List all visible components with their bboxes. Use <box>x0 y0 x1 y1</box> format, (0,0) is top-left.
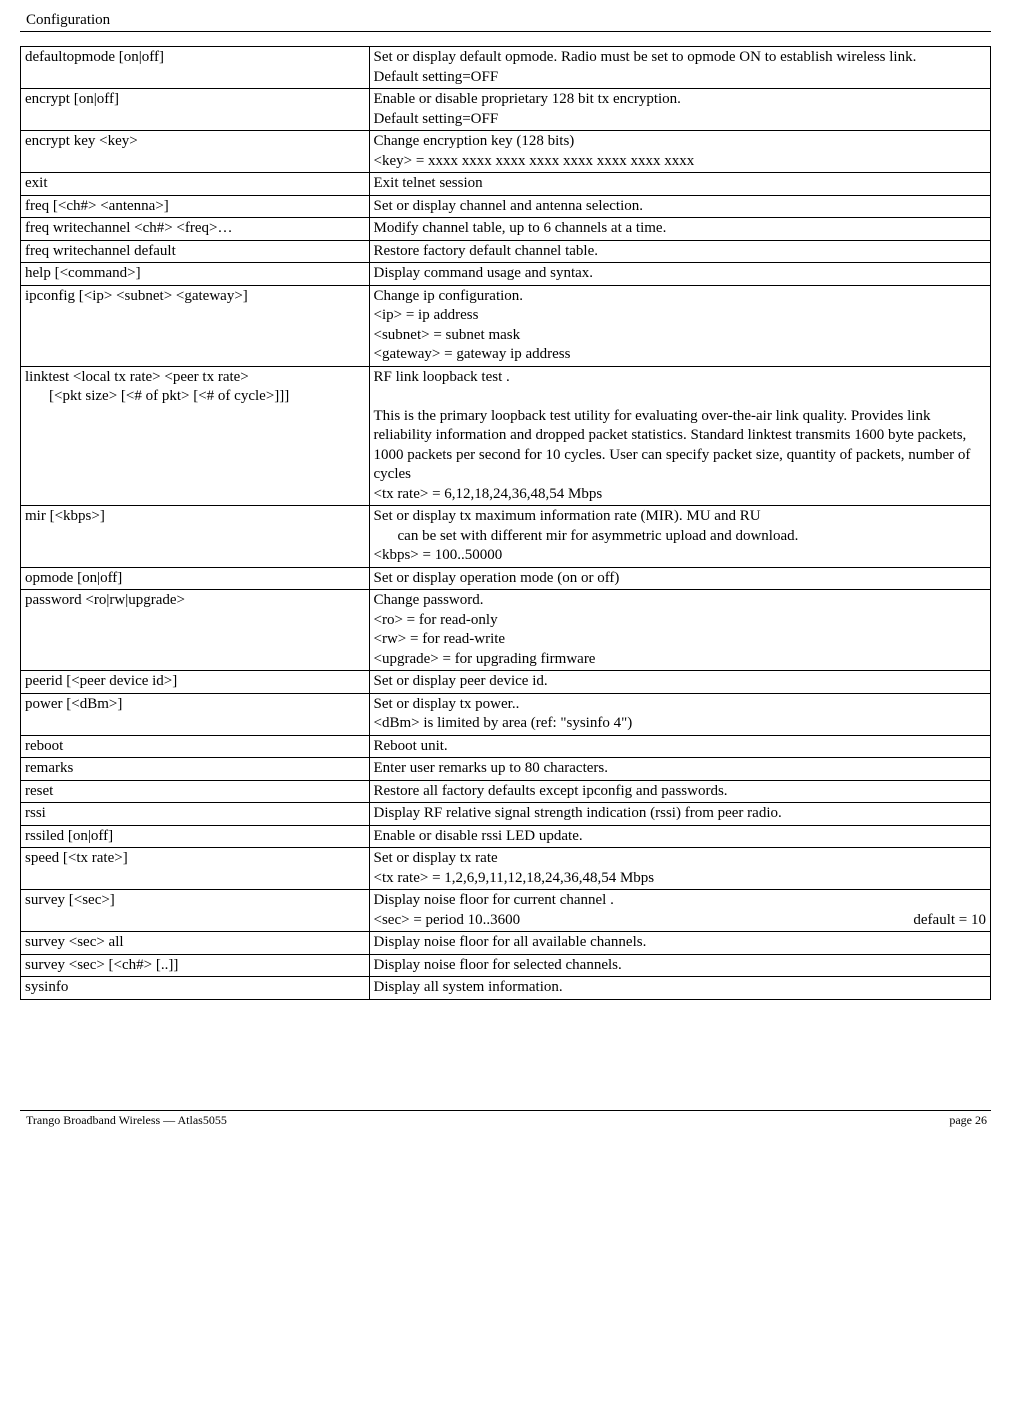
desc-cell: Display noise floor for current channel … <box>369 890 991 932</box>
cmd-cell: linktest <local tx rate> <peer tx rate> … <box>21 366 370 506</box>
desc-left: Display noise floor for current channel … <box>374 892 614 928</box>
table-row: help [<command>] Display command usage a… <box>21 263 991 286</box>
table-row: survey [<sec>] Display noise floor for c… <box>21 890 991 932</box>
cmd-cell: rssiled [on|off] <box>21 825 370 848</box>
desc-cell: Enable or disable proprietary 128 bit tx… <box>369 89 991 131</box>
table-row: peerid [<peer device id>] Set or display… <box>21 671 991 694</box>
cmd-cell: peerid [<peer device id>] <box>21 671 370 694</box>
header-rule <box>20 31 991 32</box>
cmd-cell: help [<command>] <box>21 263 370 286</box>
table-row: reset Restore all factory defaults excep… <box>21 780 991 803</box>
table-row: encrypt key <key> Change encryption key … <box>21 131 991 173</box>
desc-cell: Set or display tx rate <tx rate> = 1,2,6… <box>369 848 991 890</box>
desc-cell: Set or display operation mode (on or off… <box>369 567 991 590</box>
cmd-cell: remarks <box>21 758 370 781</box>
table-row: reboot Reboot unit. <box>21 735 991 758</box>
desc-cell: Display all system information. <box>369 977 991 1000</box>
desc-cell: Change ip configuration. <ip> = ip addre… <box>369 285 991 366</box>
desc-cell: Set or display tx maximum information ra… <box>369 506 991 568</box>
cmd-cell: survey <sec> all <box>21 932 370 955</box>
desc-cell: Reboot unit. <box>369 735 991 758</box>
desc-main: Set or display tx maximum information ra… <box>374 508 761 524</box>
cmd-cell: encrypt [on|off] <box>21 89 370 131</box>
cmd-cell: mir [<kbps>] <box>21 506 370 568</box>
table-row: freq [<ch#> <antenna>] Set or display ch… <box>21 195 991 218</box>
cmd-cell: freq writechannel <ch#> <freq>… <box>21 218 370 241</box>
page-header-title: Configuration <box>26 12 991 29</box>
desc-cell: Exit telnet session <box>369 173 991 196</box>
footer-right: page 26 <box>949 1113 987 1128</box>
table-row: speed [<tx rate>] Set or display tx rate… <box>21 848 991 890</box>
desc-cell: Set or display tx power.. <dBm> is limit… <box>369 693 991 735</box>
table-row: encrypt [on|off] Enable or disable propr… <box>21 89 991 131</box>
table-row: password <ro|rw|upgrade> Change password… <box>21 590 991 671</box>
table-row: linktest <local tx rate> <peer tx rate> … <box>21 366 991 506</box>
cmd-cell: defaultopmode [on|off] <box>21 47 370 89</box>
desc-cell: RF link loopback test . This is the prim… <box>369 366 991 506</box>
table-row: defaultopmode [on|off] Set or display de… <box>21 47 991 89</box>
cmd-cell: reboot <box>21 735 370 758</box>
desc-cell: Set or display peer device id. <box>369 671 991 694</box>
desc-cell: Enable or disable rssi LED update. <box>369 825 991 848</box>
cmd-sub: [<pkt size> [<# of pkt> [<# of cycle>]]] <box>25 387 365 407</box>
cmd-cell: exit <box>21 173 370 196</box>
table-row: opmode [on|off] Set or display operation… <box>21 567 991 590</box>
cmd-cell: speed [<tx rate>] <box>21 848 370 890</box>
cmd-cell: survey <sec> [<ch#> [..]] <box>21 954 370 977</box>
cmd-cell: freq [<ch#> <antenna>] <box>21 195 370 218</box>
desc-cell: Restore all factory defaults except ipco… <box>369 780 991 803</box>
desc-cell: Set or display default opmode. Radio mus… <box>369 47 991 89</box>
desc-cell: Change encryption key (128 bits) <key> =… <box>369 131 991 173</box>
desc-cell: Display RF relative signal strength indi… <box>369 803 991 826</box>
cmd-cell: sysinfo <box>21 977 370 1000</box>
command-table: defaultopmode [on|off] Set or display de… <box>20 46 991 1000</box>
cmd-cell: password <ro|rw|upgrade> <box>21 590 370 671</box>
cmd-cell: power [<dBm>] <box>21 693 370 735</box>
cmd-cell: opmode [on|off] <box>21 567 370 590</box>
desc-cell: Restore factory default channel table. <box>369 240 991 263</box>
cmd-cell: ipconfig [<ip> <subnet> <gateway>] <box>21 285 370 366</box>
desc-right: default = 10 <box>913 911 986 931</box>
desc-sub: can be set with different mir for asymme… <box>374 527 987 547</box>
desc-cell: Enter user remarks up to 80 characters. <box>369 758 991 781</box>
page-footer: Trango Broadband Wireless — Atlas5055 pa… <box>20 1113 991 1128</box>
table-row: freq writechannel default Restore factor… <box>21 240 991 263</box>
desc-cell: Modify channel table, up to 6 channels a… <box>369 218 991 241</box>
table-row: exit Exit telnet session <box>21 173 991 196</box>
desc-tail: <kbps> = 100..50000 <box>374 547 503 563</box>
table-row: power [<dBm>] Set or display tx power.. … <box>21 693 991 735</box>
footer-left: Trango Broadband Wireless — Atlas5055 <box>26 1113 227 1128</box>
table-row: rssi Display RF relative signal strength… <box>21 803 991 826</box>
desc-cell: Display noise floor for all available ch… <box>369 932 991 955</box>
cmd-cell: encrypt key <key> <box>21 131 370 173</box>
cmd-cell: rssi <box>21 803 370 826</box>
table-row: remarks Enter user remarks up to 80 char… <box>21 758 991 781</box>
table-row: survey <sec> all Display noise floor for… <box>21 932 991 955</box>
desc-cell: Display noise floor for selected channel… <box>369 954 991 977</box>
cmd-cell: reset <box>21 780 370 803</box>
table-row: freq writechannel <ch#> <freq>… Modify c… <box>21 218 991 241</box>
table-row: rssiled [on|off] Enable or disable rssi … <box>21 825 991 848</box>
desc-cell: Set or display channel and antenna selec… <box>369 195 991 218</box>
desc-cell: Change password. <ro> = for read-only <r… <box>369 590 991 671</box>
table-row: mir [<kbps>] Set or display tx maximum i… <box>21 506 991 568</box>
cmd-cell: survey [<sec>] <box>21 890 370 932</box>
table-row: ipconfig [<ip> <subnet> <gateway>] Chang… <box>21 285 991 366</box>
desc-cell: Display command usage and syntax. <box>369 263 991 286</box>
table-row: survey <sec> [<ch#> [..]] Display noise … <box>21 954 991 977</box>
footer-rule <box>20 1110 991 1111</box>
cmd-cell: freq writechannel default <box>21 240 370 263</box>
cmd-main: linktest <local tx rate> <peer tx rate> <box>25 369 249 385</box>
table-row: sysinfo Display all system information. <box>21 977 991 1000</box>
